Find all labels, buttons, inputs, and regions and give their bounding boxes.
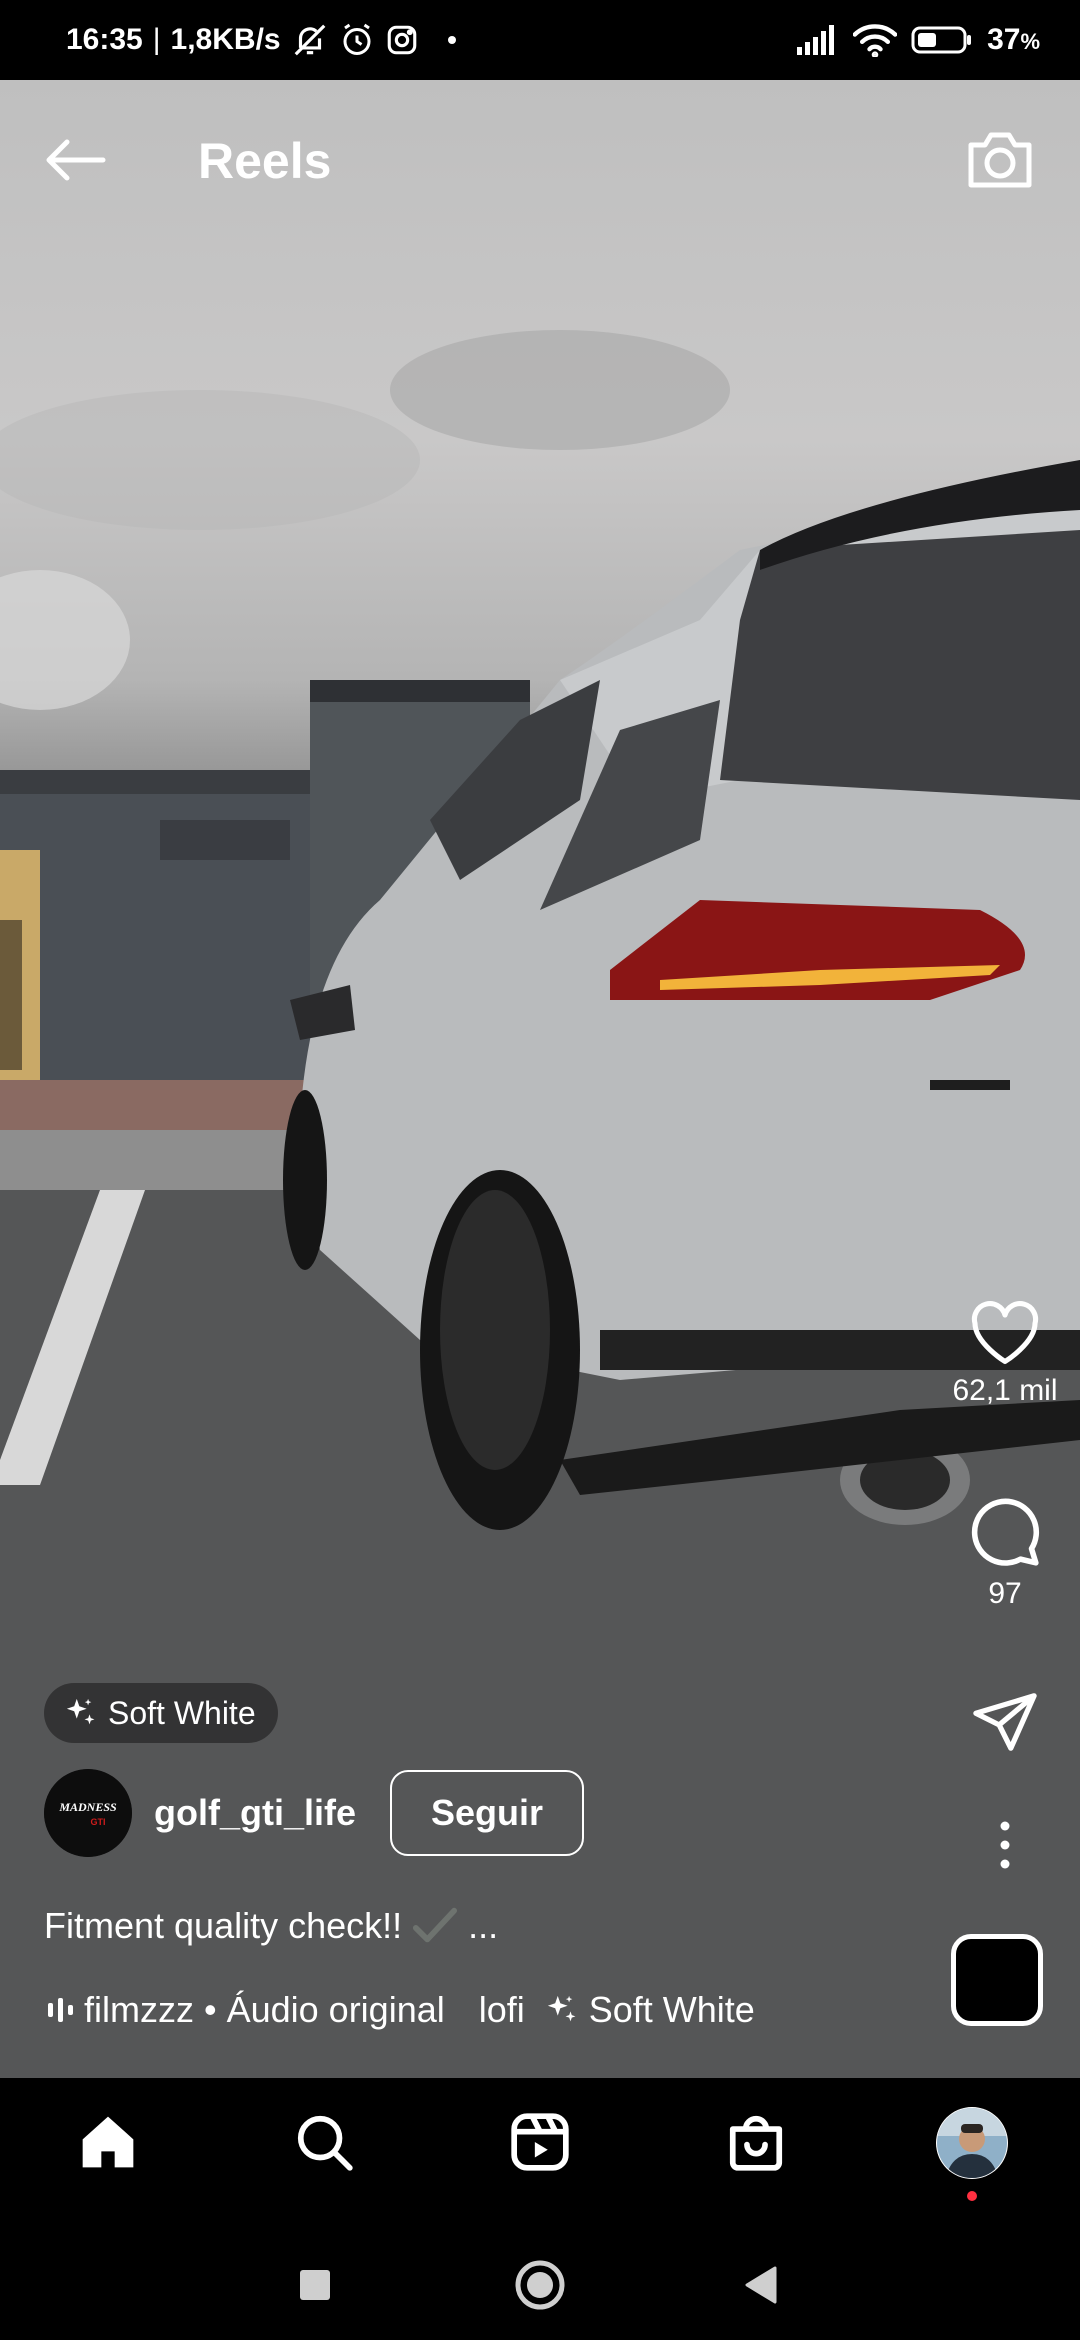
audio-row[interactable]: filmzzz • Áudio original lofi Soft White [48, 1985, 755, 2035]
caption-text: Fitment quality check!! [44, 1905, 403, 1946]
recents-icon[interactable] [299, 2269, 331, 2301]
battery-percent: 37 [987, 23, 1021, 56]
status-separator: | [152, 23, 161, 56]
more-vertical-icon[interactable] [999, 1820, 1011, 1870]
svg-text:GTI: GTI [91, 1817, 106, 1827]
nav-home[interactable] [72, 2106, 144, 2178]
user-row: MADNESS GTI golf_gti_life Seguir [44, 1768, 585, 1858]
profile-avatar [936, 2107, 1008, 2179]
madness-gti-logo: MADNESS GTI [44, 1769, 132, 1857]
signal-icon [797, 25, 839, 55]
arrow-left-icon [46, 139, 106, 181]
reels-icon [511, 2113, 569, 2171]
comment-action[interactable]: 97 [930, 1495, 1080, 1611]
user-avatar[interactable]: MADNESS GTI [44, 1769, 132, 1857]
status-network-speed: 1,8KB/s [170, 23, 281, 56]
audio-thumbnail-button[interactable] [951, 1934, 1043, 2026]
sparkle-icon [547, 1995, 576, 2022]
share-action[interactable] [930, 1690, 1080, 1754]
bottom-nav [0, 2078, 1080, 2210]
follow-button[interactable]: Seguir [390, 1770, 585, 1856]
wifi-icon [853, 23, 898, 57]
audio-label-secondary: lofi [478, 1989, 525, 2030]
system-navigation-bar [0, 2210, 1080, 2340]
svg-text:MADNESS: MADNESS [58, 1800, 117, 1814]
caption[interactable]: Fitment quality check!! ... [44, 1905, 498, 1947]
instagram-icon [385, 23, 419, 57]
nav-profile[interactable] [935, 2106, 1009, 2201]
search-icon [297, 2115, 353, 2171]
status-time: 16:35 [66, 23, 143, 56]
reels-header: Reels [0, 80, 1080, 230]
home-circle-icon[interactable] [514, 2259, 566, 2311]
heart-icon[interactable] [968, 1300, 1042, 1366]
effect-pill[interactable]: Soft White [44, 1683, 278, 1743]
nav-search[interactable] [288, 2106, 360, 2178]
battery-icon [911, 25, 973, 55]
comment-count: 97 [988, 1577, 1022, 1610]
camera-icon [968, 132, 1032, 188]
back-button[interactable] [40, 125, 110, 195]
effect-pill-label: Soft White [108, 1694, 256, 1731]
notification-dot-icon [967, 2191, 977, 2201]
battery-level-text: 37% [987, 23, 1040, 57]
comment-icon[interactable] [968, 1495, 1042, 1569]
home-icon [82, 2116, 134, 2168]
check-mark-icon [413, 1907, 458, 1943]
sparkle-icon [66, 1698, 95, 1725]
audio-effect-label: Soft White [588, 1989, 755, 2030]
like-action[interactable]: 62,1 mil [930, 1300, 1080, 1408]
send-icon[interactable] [970, 1690, 1040, 1754]
nav-shop[interactable] [720, 2106, 792, 2178]
bell-muted-icon [291, 21, 329, 59]
audio-waveform-icon [48, 1998, 73, 2022]
page-title: Reels [198, 133, 332, 189]
status-bar: 16:35 | 1,8KB/s 37% [0, 0, 1080, 80]
more-options-button[interactable] [930, 1820, 1080, 1870]
notification-dot-icon [447, 35, 457, 45]
camera-button[interactable] [960, 120, 1040, 200]
audio-label: filmzzz • Áudio original [84, 1989, 445, 2030]
back-triangle-icon[interactable] [743, 2266, 777, 2304]
shopping-bag-icon [729, 2115, 783, 2171]
username[interactable]: golf_gti_life [154, 1792, 356, 1834]
caption-more[interactable]: ... [468, 1905, 498, 1947]
alarm-icon [339, 22, 375, 58]
battery-unit: % [1020, 29, 1040, 54]
like-count: 62,1 mil [952, 1374, 1058, 1407]
nav-reels[interactable] [504, 2106, 576, 2178]
